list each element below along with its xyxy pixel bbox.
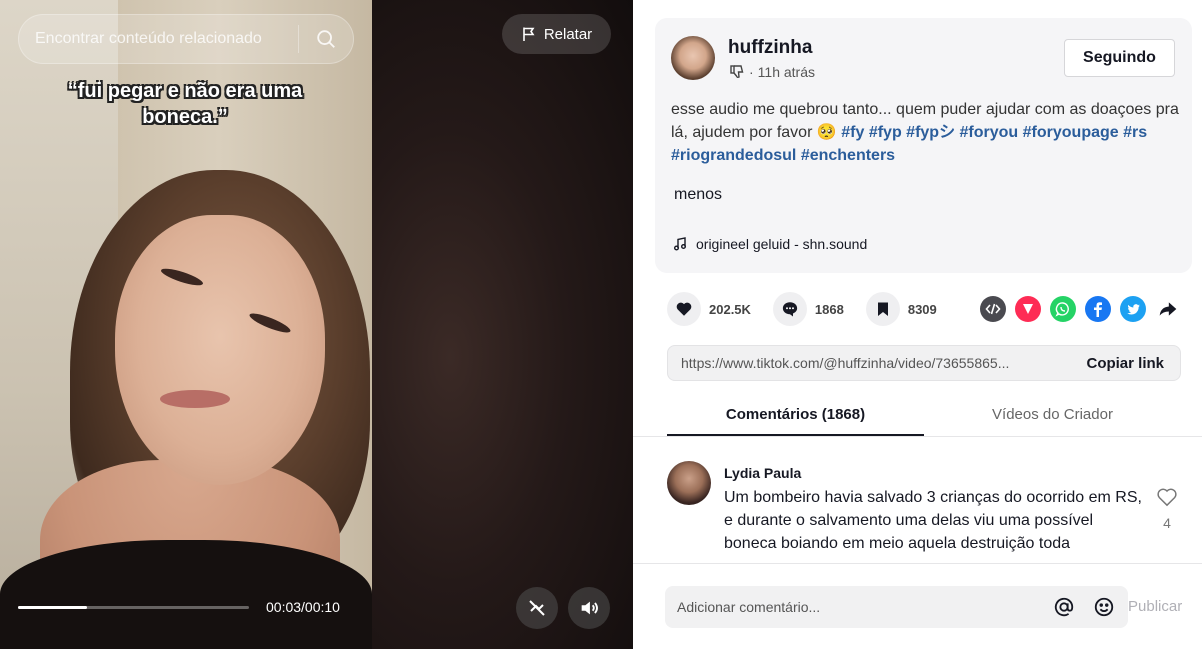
hashtag[interactable]: #riograndedosul bbox=[671, 147, 796, 164]
save-count: 8309 bbox=[907, 301, 937, 317]
send-to-friends-button[interactable] bbox=[1015, 296, 1041, 322]
search-button[interactable] bbox=[299, 15, 353, 63]
like-count: 202.5K bbox=[709, 301, 751, 317]
author-username[interactable]: huffzinha bbox=[728, 37, 812, 59]
hashtag[interactable]: #fy bbox=[841, 124, 864, 141]
video-caption: “fui pegar e não era uma boneca.” bbox=[67, 80, 303, 128]
volume-button[interactable] bbox=[568, 587, 610, 629]
video-blurred-background bbox=[372, 0, 633, 649]
search-icon bbox=[317, 30, 335, 48]
video-person-top bbox=[0, 540, 372, 649]
sound-link[interactable]: origineel geluid - shn.sound bbox=[673, 236, 867, 252]
emoji-icon bbox=[1094, 597, 1114, 617]
following-button[interactable]: Seguindo bbox=[1064, 39, 1175, 77]
video-person-face bbox=[115, 215, 325, 485]
comment-list[interactable]: Lydia Paula Um bombeiro havia salvado 3 … bbox=[667, 455, 1187, 563]
facebook-icon bbox=[1094, 302, 1102, 317]
author-avatar[interactable] bbox=[671, 36, 715, 80]
tiktok-send-icon bbox=[1023, 304, 1033, 314]
comment-composer bbox=[665, 586, 1128, 628]
post-actions: 202.5K 1868 8309 bbox=[667, 291, 959, 327]
video-progress-bar[interactable] bbox=[18, 606, 249, 609]
show-less-button[interactable]: menos bbox=[674, 186, 722, 204]
search-input[interactable] bbox=[19, 30, 298, 48]
hashtag[interactable]: #fyp bbox=[869, 124, 902, 141]
commenter-username[interactable]: Lydia Paula bbox=[724, 465, 801, 481]
music-note-icon bbox=[674, 237, 686, 251]
comment-bubble-icon bbox=[782, 302, 798, 317]
emoji-button[interactable] bbox=[1088, 591, 1120, 623]
video-time: 00:03/00:10 bbox=[266, 599, 340, 615]
embed-button[interactable] bbox=[980, 296, 1006, 322]
embed-icon bbox=[985, 303, 1001, 315]
like-button[interactable]: 202.5K bbox=[667, 292, 751, 326]
comment-item: Lydia Paula Um bombeiro havia salvado 3 … bbox=[667, 455, 1187, 563]
comment-tabs: Comentários (1868) Vídeos do Criador bbox=[667, 392, 1181, 436]
mention-button[interactable] bbox=[1048, 591, 1080, 623]
hashtag[interactable]: #enchenters bbox=[801, 147, 895, 164]
bookmark-icon bbox=[877, 302, 888, 316]
search-box[interactable] bbox=[18, 14, 354, 64]
video-player[interactable]: “fui pegar e não era uma boneca.” Relata… bbox=[0, 0, 633, 649]
video-person-lips bbox=[160, 390, 230, 408]
composer-divider bbox=[633, 563, 1202, 564]
post-description: esse audio me quebrou tanto... quem pude… bbox=[671, 98, 1181, 167]
whatsapp-icon bbox=[1055, 302, 1069, 317]
post-info-card: huffzinha · 11h atrás Seguindo esse audi… bbox=[655, 18, 1192, 273]
share-icons bbox=[980, 296, 1181, 322]
comment-like-count: 4 bbox=[1163, 515, 1171, 531]
twitter-icon bbox=[1126, 303, 1140, 314]
hashtag[interactable]: #rs bbox=[1123, 124, 1147, 141]
comment-button[interactable]: 1868 bbox=[772, 292, 844, 326]
copy-link-button[interactable]: Copiar link bbox=[1070, 355, 1180, 372]
flag-icon bbox=[523, 27, 535, 41]
video-link-text[interactable]: https://www.tiktok.com/@huffzinha/video/… bbox=[668, 355, 1070, 371]
share-arrow-icon bbox=[1159, 302, 1177, 316]
video-progress-fill bbox=[18, 606, 88, 609]
post-time: 11h atrás bbox=[757, 64, 816, 80]
twitter-share-button[interactable] bbox=[1120, 296, 1146, 322]
report-button[interactable]: Relatar bbox=[502, 14, 611, 54]
thumbs-down-icon bbox=[730, 65, 744, 79]
comment-icon-wrapper bbox=[772, 292, 807, 326]
heart-icon bbox=[676, 302, 692, 316]
at-sign-icon bbox=[1054, 597, 1074, 617]
post-meta: · 11h atrás bbox=[729, 64, 815, 80]
floating-player-button[interactable] bbox=[516, 587, 558, 629]
save-icon-wrapper bbox=[865, 292, 900, 326]
volume-icon bbox=[581, 601, 598, 615]
commenter-avatar[interactable] bbox=[667, 461, 711, 505]
more-share-button[interactable] bbox=[1155, 296, 1181, 322]
like-icon-wrapper bbox=[667, 292, 701, 326]
comment-count: 1868 bbox=[814, 301, 844, 317]
hashtag[interactable]: #fypシ bbox=[906, 124, 955, 141]
video-link-box: https://www.tiktok.com/@huffzinha/video/… bbox=[667, 345, 1181, 381]
report-label: Relatar bbox=[543, 25, 593, 43]
tab-comments[interactable]: Comentários (1868) bbox=[667, 392, 924, 436]
whatsapp-share-button[interactable] bbox=[1050, 296, 1076, 322]
comment-input[interactable] bbox=[665, 599, 1048, 615]
facebook-share-button[interactable] bbox=[1085, 296, 1111, 322]
save-button[interactable]: 8309 bbox=[865, 292, 937, 326]
comment-like-button[interactable]: 4 bbox=[1155, 487, 1179, 531]
heart-outline-icon bbox=[1157, 488, 1177, 507]
hashtag[interactable]: #foryoupage bbox=[1023, 124, 1119, 141]
hashtag[interactable]: #foryou bbox=[960, 124, 1019, 141]
tabs-divider bbox=[633, 436, 1202, 437]
meta-separator: · bbox=[749, 64, 754, 80]
sound-name: origineel geluid - shn.sound bbox=[696, 236, 868, 252]
floating-player-icon bbox=[529, 600, 545, 616]
comment-text: Um bombeiro havia salvado 3 crianças do … bbox=[724, 489, 1142, 552]
post-panel: huffzinha · 11h atrás Seguindo esse audi… bbox=[633, 0, 1202, 649]
tab-creator-videos[interactable]: Vídeos do Criador bbox=[924, 392, 1181, 436]
post-comment-button[interactable]: Publicar bbox=[1128, 598, 1182, 615]
